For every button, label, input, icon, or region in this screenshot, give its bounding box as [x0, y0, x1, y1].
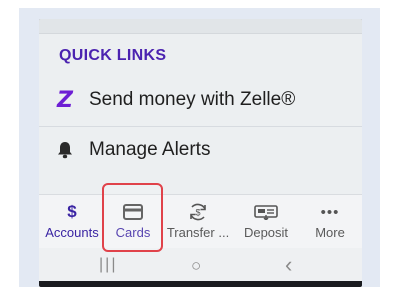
nav-deposit-label: Deposit: [243, 225, 289, 240]
nav-more-label: More: [315, 225, 345, 240]
dollar-icon: $: [67, 202, 77, 221]
nav-transfer-label: Transfer ...: [166, 225, 230, 240]
recent-apps-icon[interactable]: |||: [99, 256, 117, 274]
manage-alerts-link[interactable]: Manage Alerts: [55, 135, 210, 165]
zelle-z-icon: Z: [57, 87, 73, 113]
system-navigation-bar: ||| ○ ‹: [39, 248, 362, 281]
previous-card-edge: [39, 19, 362, 34]
bell-icon: [55, 138, 75, 162]
zelle-link[interactable]: Z Send money with Zelle®: [55, 85, 295, 115]
nav-more[interactable]: ••• More: [301, 195, 359, 249]
divider: [39, 126, 362, 127]
nav-deposit[interactable]: Deposit: [235, 195, 297, 249]
nav-accounts[interactable]: $ Accounts: [41, 195, 103, 249]
bottom-navigation: $ Accounts Cards $ Transfer ... Deposit …: [39, 194, 362, 249]
nav-transfer[interactable]: $ Transfer ...: [163, 195, 233, 249]
transfer-icon: $: [187, 201, 209, 223]
check-deposit-icon: [254, 201, 278, 223]
quick-links-title: QUICK LINKS: [59, 47, 167, 64]
cards-highlight-box: [102, 183, 163, 252]
phone-frame: QUICK LINKS Z Send money with Zelle® Man…: [39, 19, 362, 287]
zelle-link-label: Send money with Zelle®: [89, 89, 296, 110]
svg-text:$: $: [195, 208, 200, 218]
manage-alerts-label: Manage Alerts: [89, 139, 211, 160]
app-screen: QUICK LINKS Z Send money with Zelle® Man…: [39, 19, 362, 281]
more-dots-icon: •••: [320, 203, 340, 221]
home-icon[interactable]: ○: [191, 256, 201, 276]
nav-accounts-label: Accounts: [45, 225, 99, 240]
back-icon[interactable]: ‹: [285, 252, 292, 278]
